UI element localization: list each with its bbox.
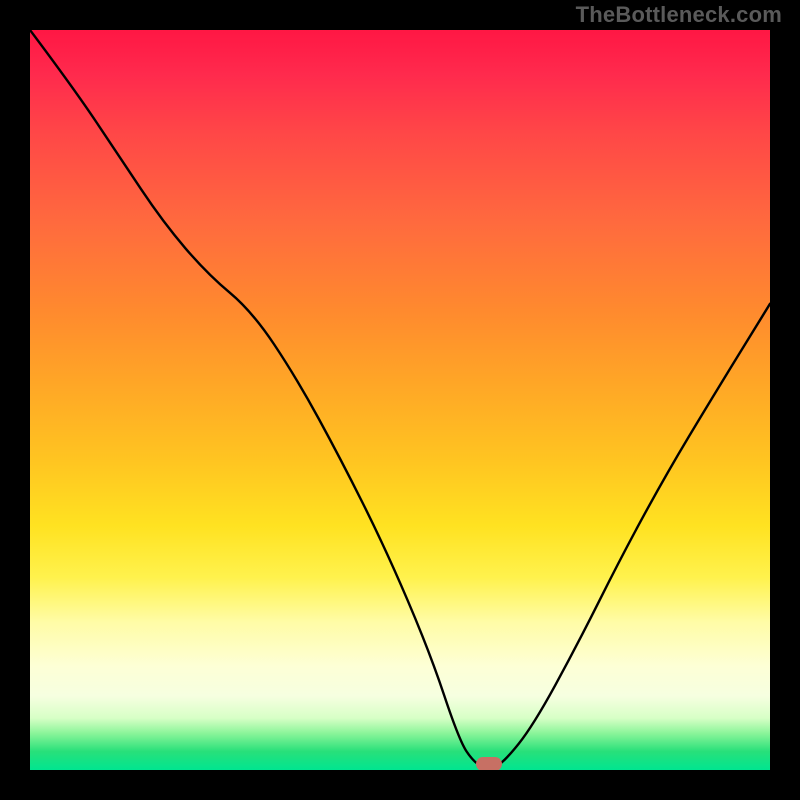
bottleneck-curve [30,30,770,770]
chart-frame: TheBottleneck.com [0,0,800,800]
optimal-point-marker [476,757,502,770]
plot-area [30,30,770,770]
watermark-text: TheBottleneck.com [576,2,782,28]
